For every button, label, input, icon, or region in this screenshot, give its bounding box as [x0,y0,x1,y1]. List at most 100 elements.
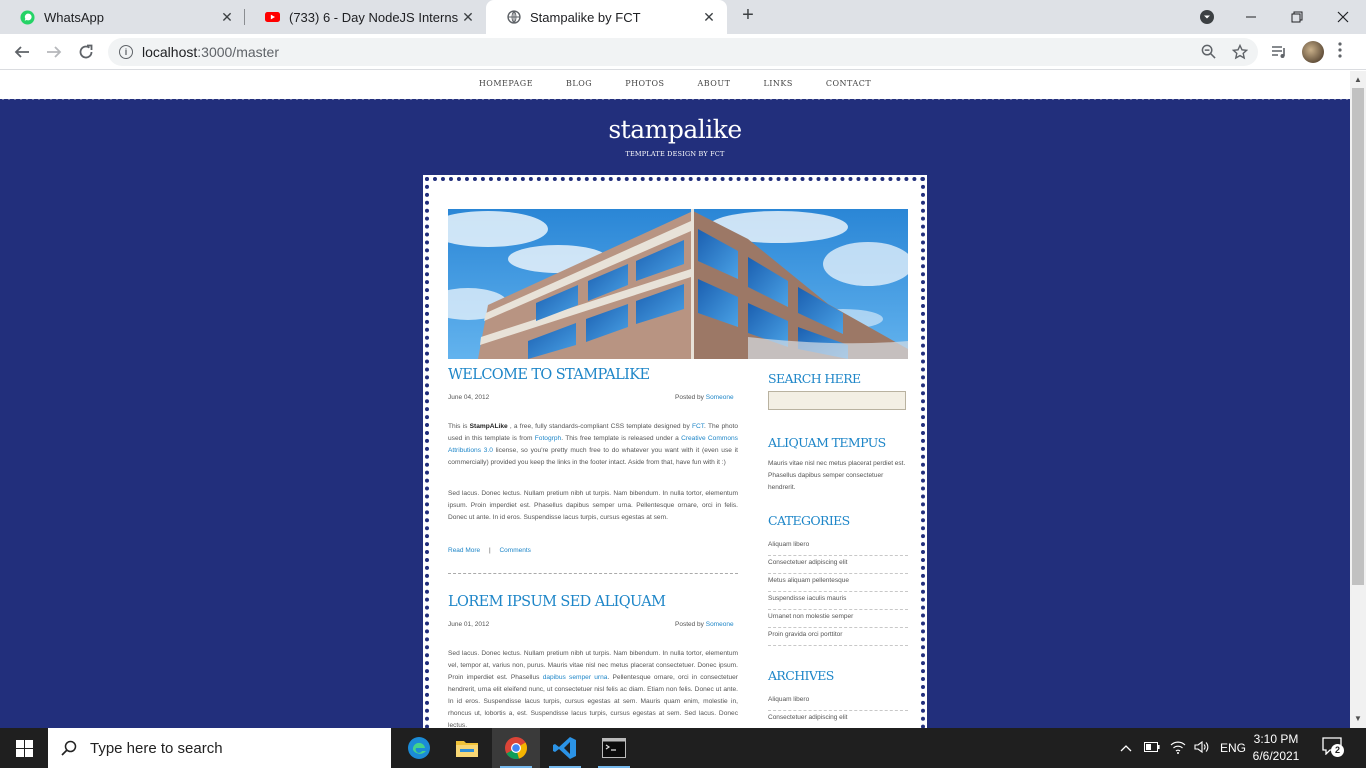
post-paragraph: Sed lacus. Donec lectus. Nullam pretium … [448,490,738,521]
battery-icon[interactable] [1144,741,1160,755]
youtube-icon [265,10,280,25]
site-title[interactable]: stampalike [0,115,1350,144]
file-explorer-taskbar-icon[interactable] [443,728,491,768]
archive-link[interactable]: Aliquam libero [768,693,908,711]
restore-icon [1291,11,1303,23]
category-link[interactable]: Aliquam libero [768,538,908,556]
fotogrph-link[interactable]: Fotogrph [535,435,561,442]
window-close-button[interactable] [1320,0,1366,34]
tab-search-button[interactable] [1184,0,1230,34]
queue-music-icon [1272,46,1285,58]
nav-blog[interactable]: BLOG [550,71,609,99]
chrome-taskbar-icon[interactable] [492,728,540,768]
scroll-up-icon[interactable]: ▲ [1354,75,1362,84]
site-nav: HOMEPAGE BLOG PHOTOS ABOUT LINKS CONTACT [0,71,1350,99]
tab-title: Stampalike by FCT [530,9,641,25]
post-links: Read More | Comments [448,547,531,554]
tab-youtube[interactable]: (733) 6 - Day NodeJS Internship Training… [245,0,486,34]
zoom-icon[interactable] [1200,44,1216,60]
address-bar[interactable]: i localhost:3000/master [108,38,1258,66]
vscode-taskbar-icon[interactable] [541,728,589,768]
close-icon[interactable]: ✕ [699,9,719,26]
category-link[interactable]: Suspendisse iaculis mauris [768,592,908,610]
volume-icon[interactable] [1194,740,1210,757]
read-more-link[interactable]: Read More [448,547,480,554]
taskbar-search-box[interactable]: Type here to search [48,728,391,768]
minimize-button[interactable] [1228,0,1274,34]
minimize-icon [1246,16,1256,18]
chevron-down-icon [1200,10,1214,24]
nav-photos[interactable]: PHOTOS [609,71,681,99]
scroll-down-icon[interactable]: ▼ [1354,714,1362,723]
media-control-button[interactable] [1267,40,1291,64]
clock-date: 6/6/2021 [1252,749,1300,763]
page-scrollbar[interactable]: ▲ ▼ [1350,71,1366,728]
hero-building-image [448,209,908,359]
terminal-taskbar-icon[interactable] [590,728,638,768]
aliquam-heading: ALIQUAM TEMPUS [768,435,886,450]
scrollbar-thumb[interactable] [1352,88,1364,585]
new-tab-button[interactable]: + [738,4,758,27]
forward-button[interactable] [42,40,66,64]
close-icon[interactable]: ✕ [217,9,237,26]
browser-tab-strip: WhatsApp ✕ (733) 6 - Day NodeJS Internsh… [0,0,1366,34]
reload-button[interactable] [74,40,98,64]
system-tray: ENG [1120,728,1246,768]
close-icon [1337,11,1349,23]
post-divider [448,573,738,574]
browser-toolbar: i localhost:3000/master [0,34,1366,70]
whatsapp-icon [20,9,35,25]
search-heading: SEARCH HERE [768,371,861,386]
wifi-icon[interactable] [1170,740,1186,757]
arrow-right-icon [47,46,62,58]
category-link[interactable]: Urnanet non molestie semper [768,610,908,628]
link-separator: | [488,547,491,554]
windows-logo-icon [15,739,33,757]
author-link[interactable]: Someone [706,621,734,628]
back-button[interactable] [10,40,34,64]
archives-heading: ARCHIVES [768,668,834,683]
post-title[interactable]: WELCOME TO STAMPALIKE [448,367,650,383]
nav-contact[interactable]: CONTACT [809,71,887,99]
taskbar-clock[interactable]: 3:10 PM 6/6/2021 [1240,728,1312,768]
archive-link[interactable]: Consectetuer adipiscing elit [768,711,908,728]
categories-list: Aliquam libero Consectetuer adipiscing e… [768,538,908,646]
menu-icon[interactable] [1338,42,1342,63]
notification-count-badge: 2 [1331,744,1344,757]
site-subtitle: TEMPLATE DESIGN BY FCT [625,150,725,158]
post-paragraph: Sed lacus. Donec lectus. Nullam pretium … [448,650,738,728]
post-byline: Posted by Someone [675,621,734,628]
nav-about[interactable]: ABOUT [681,71,747,99]
edge-taskbar-icon[interactable] [395,728,443,768]
chevron-up-icon[interactable] [1120,741,1132,755]
nav-links[interactable]: LINKS [747,71,809,99]
restore-button[interactable] [1274,0,1320,34]
url-text: localhost:3000/master [142,44,279,60]
author-link[interactable]: Someone [706,394,734,401]
comments-link[interactable]: Comments [499,547,530,554]
notification-center-button[interactable]: 2 [1322,737,1346,759]
reload-icon [79,44,93,59]
star-icon[interactable] [1231,43,1249,60]
post-title[interactable]: LOREM IPSUM SED ALIQUAM [448,594,666,610]
search-icon [61,740,77,756]
tab-whatsapp[interactable]: WhatsApp ✕ [0,0,245,34]
category-link[interactable]: Proin gravida orci porttitor [768,628,908,646]
globe-icon [506,10,521,25]
tab-stampalike[interactable]: Stampalike by FCT ✕ [486,0,727,34]
start-button[interactable] [0,728,48,768]
tab-title: (733) 6 - Day NodeJS Internship Training [289,9,458,25]
nav-homepage[interactable]: HOMEPAGE [462,71,549,99]
dapibus-link[interactable]: dapibus semper urna [543,674,608,681]
stamp-edge-divider [0,97,1350,103]
category-link[interactable]: Consectetuer adipiscing elit [768,556,908,574]
category-link[interactable]: Metus aliquam pellentesque [768,574,908,592]
archives-list: Aliquam libero Consectetuer adipiscing e… [768,693,908,728]
fct-link[interactable]: FCT [692,423,704,430]
profile-avatar[interactable] [1302,41,1324,63]
categories-heading: CATEGORIES [768,513,850,528]
search-input[interactable] [768,391,906,410]
close-icon[interactable]: ✕ [458,9,478,26]
info-icon[interactable]: i [119,45,133,59]
search-placeholder: Type here to search [90,739,223,757]
